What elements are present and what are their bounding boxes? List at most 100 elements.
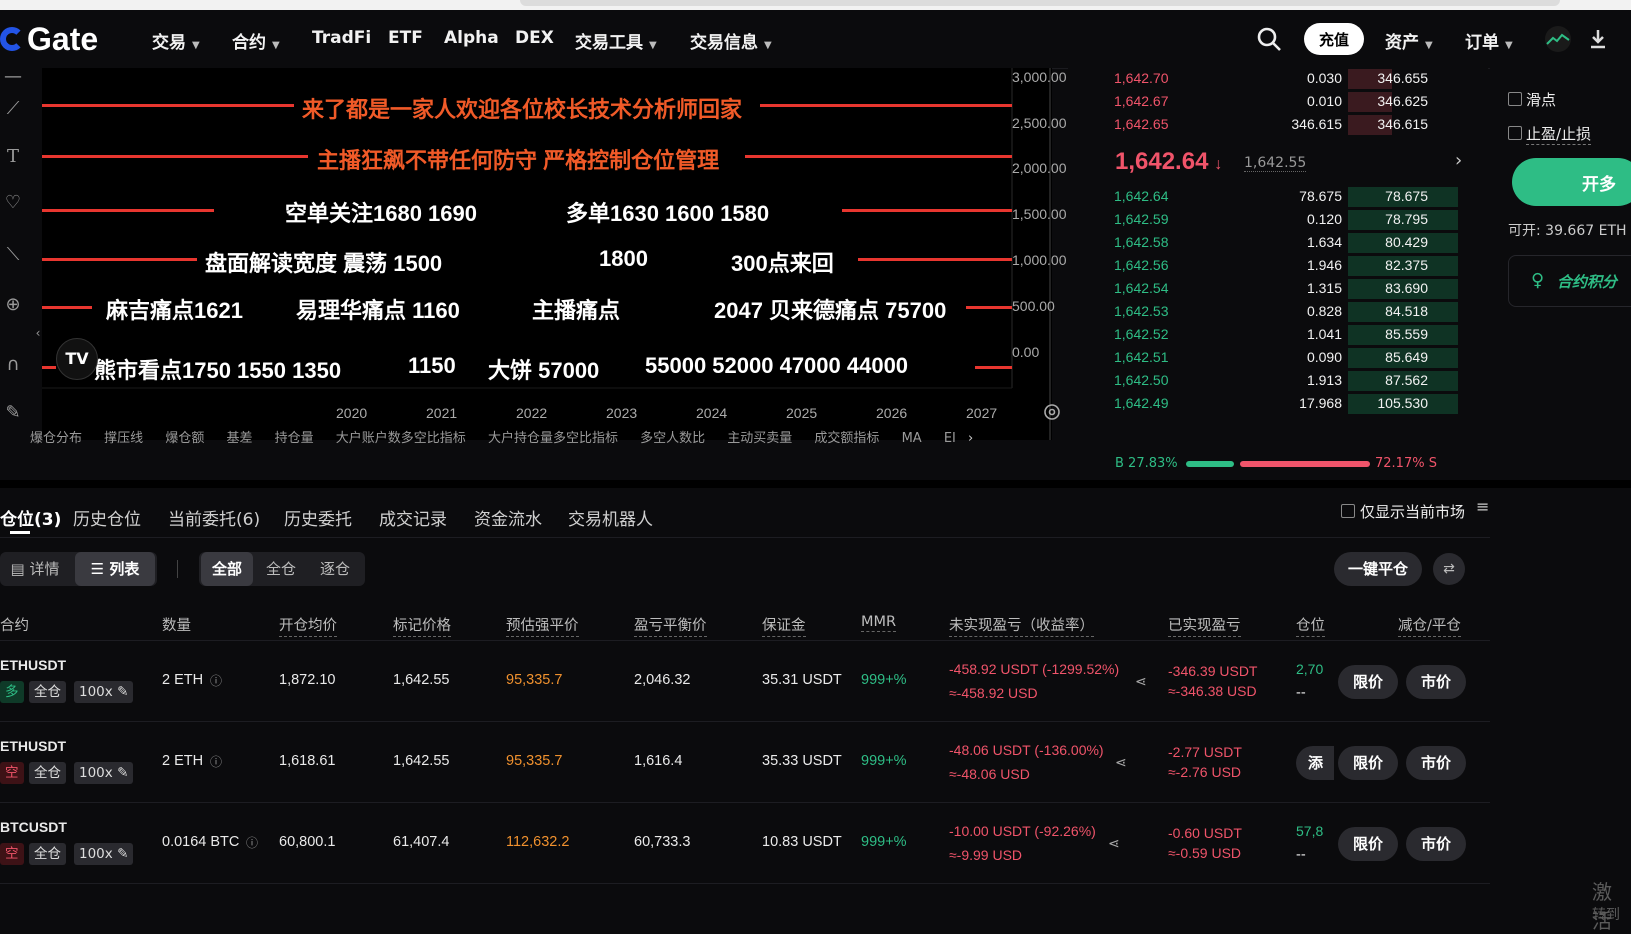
leverage-badge[interactable]: 100x ✎ [74,843,134,865]
tab-positions[interactable]: 仓位(3) [0,505,61,530]
add-margin-button[interactable]: 添 [1296,746,1334,780]
market-close-button[interactable]: 市价 [1406,827,1466,861]
search-icon[interactable] [1256,26,1282,52]
share-icon[interactable]: ⋖ [1108,836,1120,852]
magnet-icon[interactable]: ∩ [2,354,24,376]
table-row[interactable]: BTCUSDT 空 全仓 100x ✎ 0.0164 BTC ⓘ 60,800.… [0,803,1490,883]
orderbook-ask-row[interactable]: 1,642.70 0.030 346.655 [1068,68,1478,90]
tab-trading-bot[interactable]: 交易机器人 [568,505,653,530]
orderbook-bid-row[interactable]: 1,642.64 78.675 78.675 [1068,186,1478,208]
market-close-button[interactable]: 市价 [1406,746,1466,780]
line-tool-icon[interactable]: — [2,66,24,88]
table-row[interactable]: ETHUSDT 空 全仓 100x ✎ 2 ETH ⓘ 1,618.61 1,6… [0,722,1490,802]
nav-item-info[interactable]: 交易信息 ▼ [690,28,772,53]
nav-item-futures[interactable]: 合约 ▼ [232,28,280,53]
indicator-tab[interactable]: 撑压线 [104,431,143,446]
nav-item-dex[interactable]: DEX [515,28,554,48]
avatar[interactable] [1545,26,1571,52]
share-icon[interactable]: ⋖ [1115,755,1127,771]
lock-icon[interactable]: ✎ [2,402,24,424]
col-header-liq[interactable]: 预估强平价 [506,614,579,637]
col-header-margin[interactable]: 保证金 [762,614,806,637]
info-icon[interactable]: ⓘ [210,753,222,770]
nav-item-assets[interactable]: 资产 ▼ [1385,28,1433,53]
indicator-tab[interactable]: 爆仓额 [165,431,204,446]
open-long-button[interactable]: 开多 [1512,158,1631,206]
text-tool-icon[interactable]: T [2,146,24,168]
col-header-rpnl[interactable]: 已实现盈亏 [1168,614,1241,637]
slippage-checkbox[interactable] [1508,92,1522,106]
nav-item-alpha[interactable]: Alpha [444,28,499,48]
limit-close-button[interactable]: 限价 [1338,746,1398,780]
orderbook-ask-row[interactable]: 1,642.65 346.615 346.615 [1068,114,1478,136]
orderbook-bid-row[interactable]: 1,642.53 0.828 84.518 [1068,301,1478,323]
share-icon[interactable]: ⋖ [1135,674,1147,690]
close-all-button[interactable]: 一键平仓 [1334,552,1422,586]
info-icon[interactable]: ⓘ [210,672,222,689]
tab-history-positions[interactable]: 历史仓位 [73,505,141,530]
indicator-tab[interactable]: 大户持仓量多空比指标 [488,431,618,446]
col-header-breakeven[interactable]: 盈亏平衡价 [634,614,707,637]
info-icon[interactable]: ⓘ [246,834,258,851]
nav-item-etf[interactable]: ETF [388,28,423,48]
indicator-tab[interactable]: 主动买卖量 [727,431,792,446]
gate-logo[interactable]: Gate [0,21,98,57]
orderbook-bid-row[interactable]: 1,642.51 0.090 85.649 [1068,347,1478,369]
indicator-tab[interactable]: 爆仓分布 [30,431,82,446]
market-close-button[interactable]: 市价 [1406,665,1466,699]
tradingview-logo[interactable]: TV [56,338,98,380]
nav-item-trade[interactable]: 交易 ▼ [152,28,200,53]
indicator-tab[interactable]: 持仓量 [275,431,314,446]
limit-close-button[interactable]: 限价 [1338,665,1398,699]
col-header-position[interactable]: 仓位 [1296,614,1325,637]
nav-item-tools[interactable]: 交易工具 ▼ [575,28,657,53]
indicator-tab[interactable]: 成交额指标 [814,431,879,446]
col-header-mmr[interactable]: MMR [861,614,897,632]
only-current-checkbox[interactable] [1341,504,1355,518]
indicator-tab[interactable]: 基差 [226,431,252,446]
margin-mode-badge[interactable]: 全仓 [29,843,66,865]
chevron-right-icon[interactable]: › [968,431,973,446]
orderbook-ask-row[interactable]: 1,642.67 0.010 346.625 [1068,91,1478,113]
view-list-button[interactable]: ☰ 列表 [75,552,155,586]
tpsl-checkbox[interactable] [1508,126,1522,140]
leverage-badge[interactable]: 100x ✎ [74,681,134,703]
zoom-icon[interactable]: ⊕ [2,294,24,316]
orderbook-bid-row[interactable]: 1,642.52 1.041 85.559 [1068,324,1478,346]
indicator-tab[interactable]: 大户账户数多空比指标 [336,431,466,446]
limit-close-button[interactable]: 限价 [1338,827,1398,861]
deposit-button[interactable]: 充值 [1304,23,1364,55]
view-detail-button[interactable]: ▤ 详情 [0,552,70,586]
orderbook-bid-row[interactable]: 1,642.49 17.968 105.530 [1068,393,1478,415]
indicator-tab[interactable]: MA [902,431,922,446]
filter-cross[interactable]: 全仓 [255,552,307,586]
tab-fund-flow[interactable]: 资金流水 [474,505,542,530]
margin-mode-badge[interactable]: 全仓 [29,681,66,703]
favorite-icon[interactable]: ♡ [2,192,24,214]
nav-item-orders[interactable]: 订单 ▼ [1465,28,1513,53]
chart-settings-icon[interactable] [1043,403,1061,421]
orderbook-bid-row[interactable]: 1,642.50 1.913 87.562 [1068,370,1478,392]
filter-isolated[interactable]: 逐仓 [309,552,361,586]
col-header-mark[interactable]: 标记价格 [393,614,451,637]
orderbook-bid-row[interactable]: 1,642.59 0.120 78.795 [1068,209,1478,231]
download-icon[interactable] [1588,28,1608,50]
leverage-badge[interactable]: 100x ✎ [74,762,134,784]
tab-order-history[interactable]: 历史委托 [284,505,352,530]
orderbook-bid-row[interactable]: 1,642.54 1.315 83.690 [1068,278,1478,300]
table-row[interactable]: ETHUSDT 多 全仓 100x ✎ 2 ETH ⓘ 1,872.10 1,6… [0,641,1490,721]
chevron-right-icon[interactable]: › [1455,150,1462,171]
margin-mode-badge[interactable]: 全仓 [29,762,66,784]
tab-trade-history[interactable]: 成交记录 [379,505,447,530]
indicator-tab[interactable]: 多空人数比 [640,431,705,446]
indicator-tab[interactable]: EI [944,431,956,446]
orderbook-bid-row[interactable]: 1,642.58 1.634 80.429 [1068,232,1478,254]
promo-card[interactable]: ♀ 合约积分 [1508,255,1631,307]
orderbook-bid-row[interactable]: 1,642.56 1.946 82.375 [1068,255,1478,277]
ruler-icon[interactable]: ⟍ [2,244,24,266]
trend-tool-icon[interactable]: ⟋ [2,98,24,120]
settings-toggle-icon[interactable]: ⇄ [1433,553,1465,585]
filter-all[interactable]: 全部 [201,552,253,586]
col-header-upnl[interactable]: 未实现盈亏（收益率） [949,614,1094,637]
tab-open-orders[interactable]: 当前委托(6) [168,505,260,530]
